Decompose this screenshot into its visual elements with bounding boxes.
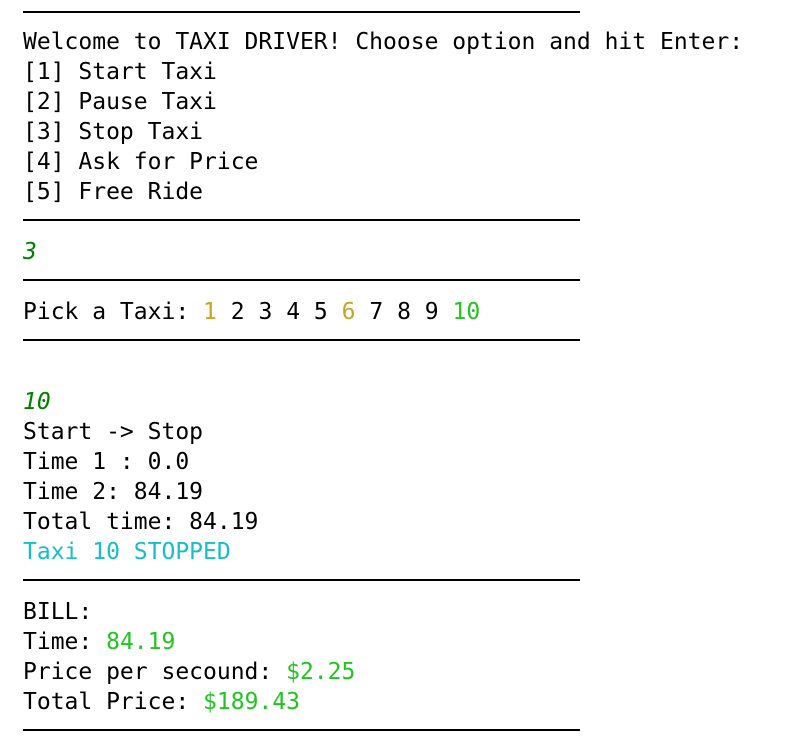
time1-text: Time 1 : 0.0 <box>23 449 190 475</box>
bill-time-line: Time: 84.19 <box>23 627 175 657</box>
bill-time-value: 84.19 <box>106 629 176 655</box>
divider <box>23 279 580 281</box>
welcome-text: Welcome to TAXI DRIVER! Choose option an… <box>23 29 744 55</box>
divider <box>23 339 580 341</box>
menu-option-price: [4] Ask for Price <box>23 149 259 175</box>
bill-header: BILL: <box>23 599 93 625</box>
user-input-taxi: 10 <box>23 389 51 415</box>
bill-price-value: $2.25 <box>286 659 356 685</box>
taxi-number: 3 <box>258 299 273 325</box>
taxi-number: 10 <box>452 299 481 325</box>
taxi-number: 7 <box>369 299 384 325</box>
taxi-number: 8 <box>397 299 411 325</box>
taxi-number: 5 <box>313 299 328 325</box>
taxi-number: 6 <box>341 299 356 325</box>
bill-time-label: Time: <box>23 629 93 655</box>
bill-price-label: Price per secound: <box>23 659 273 685</box>
time2-text: Time 2: 84.19 <box>23 479 204 505</box>
bill-total-label: Total Price: <box>23 689 190 715</box>
menu-option-free-ride: [5] Free Ride <box>23 179 204 205</box>
taxi-number: 9 <box>424 299 439 325</box>
pick-taxi-label: Pick a Taxi: <box>23 299 190 325</box>
menu-option-pause: [2] Pause Taxi <box>23 89 217 115</box>
user-input-option: 3 <box>23 239 37 265</box>
bill-price-line: Price per secound: $2.25 <box>23 657 355 687</box>
pick-taxi-line: Pick a Taxi: 1 2 3 4 5 6 7 8 9 10 <box>23 297 480 327</box>
menu-option-start: [1] Start Taxi <box>23 59 217 85</box>
divider <box>23 729 580 731</box>
taxi-number: 1 <box>203 299 217 325</box>
divider <box>23 579 580 581</box>
bill-total-line: Total Price: $189.43 <box>23 687 300 717</box>
bill-total-value: $189.43 <box>203 689 300 715</box>
total-time-text: Total time: 84.19 <box>23 509 259 535</box>
menu-option-stop: [3] Stop Taxi <box>23 119 204 145</box>
divider <box>23 219 580 221</box>
taxi-number: 2 <box>230 299 245 325</box>
status-text: Taxi 10 STOPPED <box>23 539 231 565</box>
divider <box>23 11 580 13</box>
taxi-number: 4 <box>286 299 301 325</box>
terminal-window[interactable]: Welcome to TAXI DRIVER! Choose option an… <box>0 0 786 748</box>
transition-text: Start -> Stop <box>23 419 204 445</box>
